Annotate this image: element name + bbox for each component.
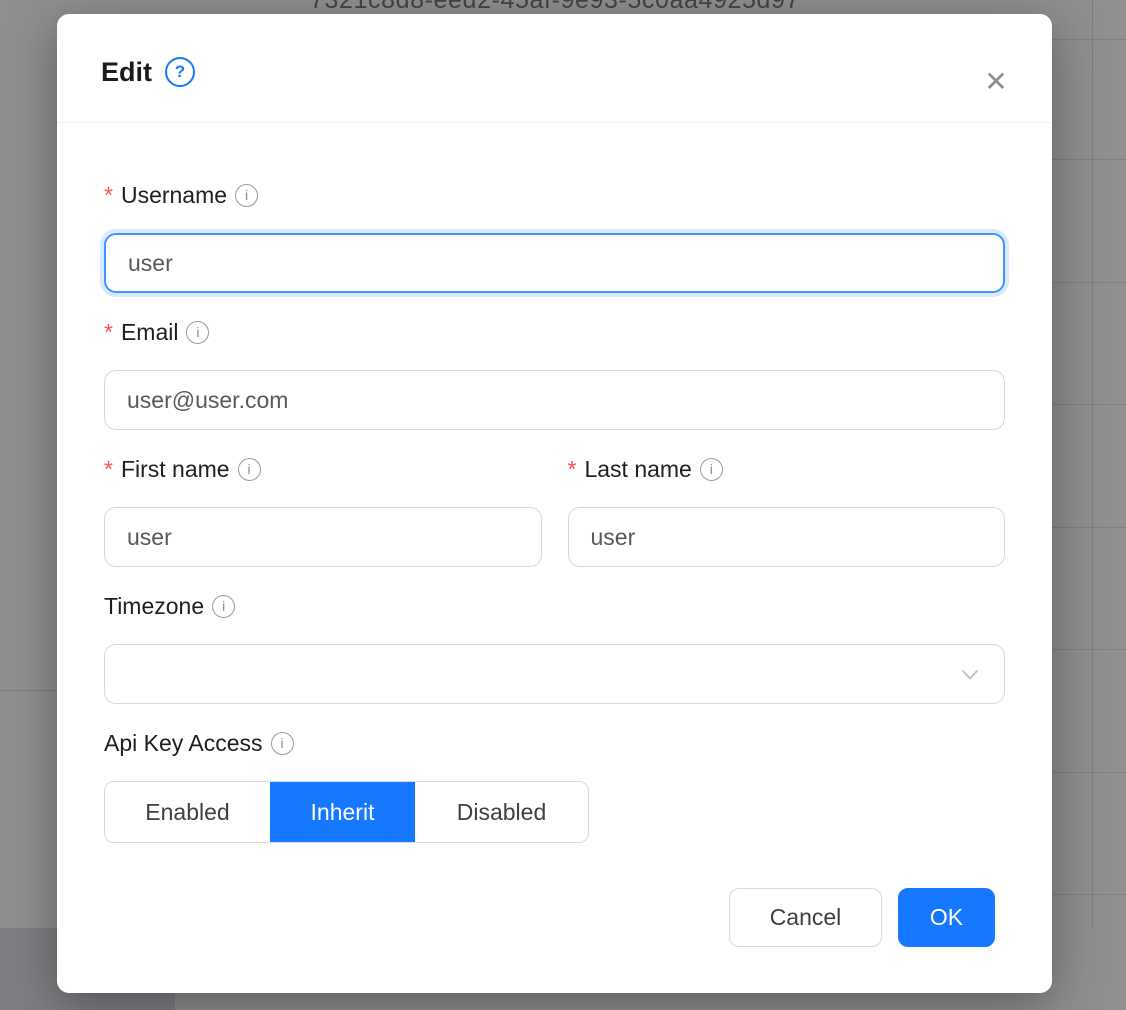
question-circle-icon[interactable]: ?: [165, 57, 195, 87]
first-name-input[interactable]: [104, 507, 542, 567]
modal-title: Edit: [101, 54, 152, 90]
modal-body: * Username i * Email i *: [57, 123, 1052, 947]
first-name-label: * First name i: [104, 454, 542, 484]
ok-button[interactable]: OK: [898, 888, 995, 947]
info-glyph: i: [245, 180, 248, 210]
chevron-down-icon: [958, 662, 982, 686]
first-name-label-text: First name: [121, 454, 230, 484]
email-input[interactable]: [104, 370, 1005, 430]
background-table-row-line: [1050, 527, 1126, 528]
timezone-label: Timezone i: [104, 591, 1005, 621]
required-asterisk: *: [568, 454, 577, 484]
background-table-row-line: [1050, 282, 1126, 283]
field-last-name: * Last name i: [568, 454, 1006, 567]
username-label: * Username i: [104, 180, 1005, 210]
api-key-access-label: Api Key Access i: [104, 728, 1005, 758]
background-table-row-line: [1050, 649, 1126, 650]
background-table-row-line: [1050, 894, 1126, 895]
username-label-text: Username: [121, 180, 227, 210]
cancel-button[interactable]: Cancel: [729, 888, 882, 947]
api-key-access-option-disabled[interactable]: Disabled: [415, 782, 588, 842]
background-table-row-line: [0, 690, 57, 691]
api-key-access-segmented-control: Enabled Inherit Disabled: [104, 781, 589, 843]
api-key-access-option-enabled[interactable]: Enabled: [105, 782, 270, 842]
last-name-input[interactable]: [568, 507, 1006, 567]
info-icon[interactable]: i: [700, 458, 723, 481]
close-icon[interactable]: ✕: [980, 66, 1012, 98]
field-email: * Email i: [104, 317, 1005, 430]
email-label-text: Email: [121, 317, 179, 347]
background-table-row-line: [1050, 772, 1126, 773]
info-glyph: i: [710, 454, 713, 484]
username-input[interactable]: [104, 233, 1005, 293]
api-key-access-option-inherit[interactable]: Inherit: [270, 782, 415, 842]
email-label: * Email i: [104, 317, 1005, 347]
required-asterisk: *: [104, 180, 113, 210]
background-uuid-text: 7321c8d8-eed2-45af-9e93-5c0aa4925d97: [310, 0, 800, 15]
required-asterisk: *: [104, 454, 113, 484]
field-timezone: Timezone i: [104, 591, 1005, 704]
edit-modal: Edit ? ✕ * Username i * Email: [57, 14, 1052, 993]
info-glyph: i: [196, 317, 199, 347]
info-icon[interactable]: i: [212, 595, 235, 618]
field-api-key-access: Api Key Access i Enabled Inherit Disable…: [104, 728, 1005, 843]
timezone-select[interactable]: [104, 644, 1005, 704]
required-asterisk: *: [104, 317, 113, 347]
close-glyph: ✕: [984, 68, 1007, 96]
info-icon[interactable]: i: [235, 184, 258, 207]
background-table-row-line: [1050, 404, 1126, 405]
info-icon[interactable]: i: [238, 458, 261, 481]
info-glyph: i: [248, 454, 251, 484]
background-table-column-line: [1092, 0, 1093, 928]
field-name-row: * First name i * Last name i: [104, 454, 1005, 567]
modal-header: Edit ? ✕: [57, 14, 1052, 122]
info-glyph: i: [222, 591, 225, 621]
info-glyph: i: [280, 728, 283, 758]
api-key-access-label-text: Api Key Access: [104, 728, 263, 758]
info-icon[interactable]: i: [186, 321, 209, 344]
modal-footer: Cancel OK: [104, 888, 1005, 947]
field-username: * Username i: [104, 180, 1005, 293]
question-glyph: ?: [175, 62, 185, 82]
last-name-label: * Last name i: [568, 454, 1006, 484]
timezone-label-text: Timezone: [104, 591, 204, 621]
field-first-name: * First name i: [104, 454, 542, 567]
info-icon[interactable]: i: [271, 732, 294, 755]
background-table-row-line: [1050, 39, 1126, 40]
last-name-label-text: Last name: [584, 454, 691, 484]
background-table-row-line: [1050, 159, 1126, 160]
